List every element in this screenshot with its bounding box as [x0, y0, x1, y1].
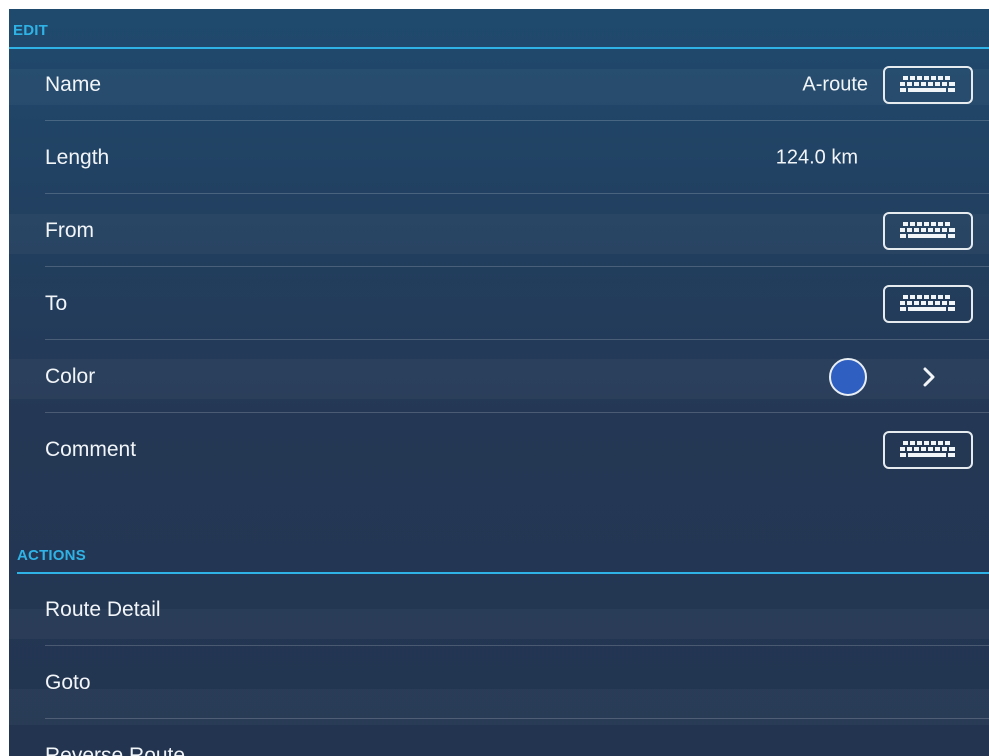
route-detail-item[interactable]: Route Detail [45, 574, 989, 646]
color-row[interactable]: Color [45, 341, 989, 413]
edit-section-title: EDIT [13, 22, 48, 39]
name-keyboard-button[interactable] [883, 66, 973, 104]
actions-section-header: ACTIONS [17, 533, 989, 574]
to-label: To [45, 292, 68, 315]
comment-keyboard-button[interactable] [883, 431, 973, 469]
comment-label: Comment [45, 438, 137, 461]
color-swatch [829, 358, 867, 396]
from-keyboard-button[interactable] [883, 212, 973, 250]
chevron-right-icon[interactable] [919, 365, 939, 389]
keyboard-icon [900, 222, 955, 238]
length-row: Length 124.0 km [45, 122, 989, 194]
edit-section-header: EDIT [9, 9, 989, 49]
length-label: Length [45, 146, 110, 169]
keyboard-icon [900, 441, 955, 457]
comment-row[interactable]: Comment [45, 414, 989, 486]
goto-label: Goto [45, 671, 91, 694]
from-label: From [45, 219, 94, 242]
name-label: Name [45, 73, 102, 96]
name-row[interactable]: Name A-route [45, 49, 989, 121]
route-detail-label: Route Detail [45, 598, 161, 621]
keyboard-icon [900, 76, 955, 92]
reverse-route-label: Reverse Route [45, 744, 186, 756]
actions-section-title: ACTIONS [17, 547, 86, 564]
color-label: Color [45, 365, 96, 388]
to-row[interactable]: To [45, 268, 989, 340]
reverse-route-item[interactable]: Reverse Route [45, 720, 989, 756]
name-value: A-route [802, 73, 868, 96]
from-row[interactable]: From [45, 195, 989, 267]
keyboard-icon [900, 295, 955, 311]
goto-item[interactable]: Goto [45, 647, 989, 719]
length-value: 124.0 km [775, 146, 858, 169]
to-keyboard-button[interactable] [883, 285, 973, 323]
route-edit-screen: EDIT Name A-route Length 124.0 km From T… [9, 9, 989, 756]
